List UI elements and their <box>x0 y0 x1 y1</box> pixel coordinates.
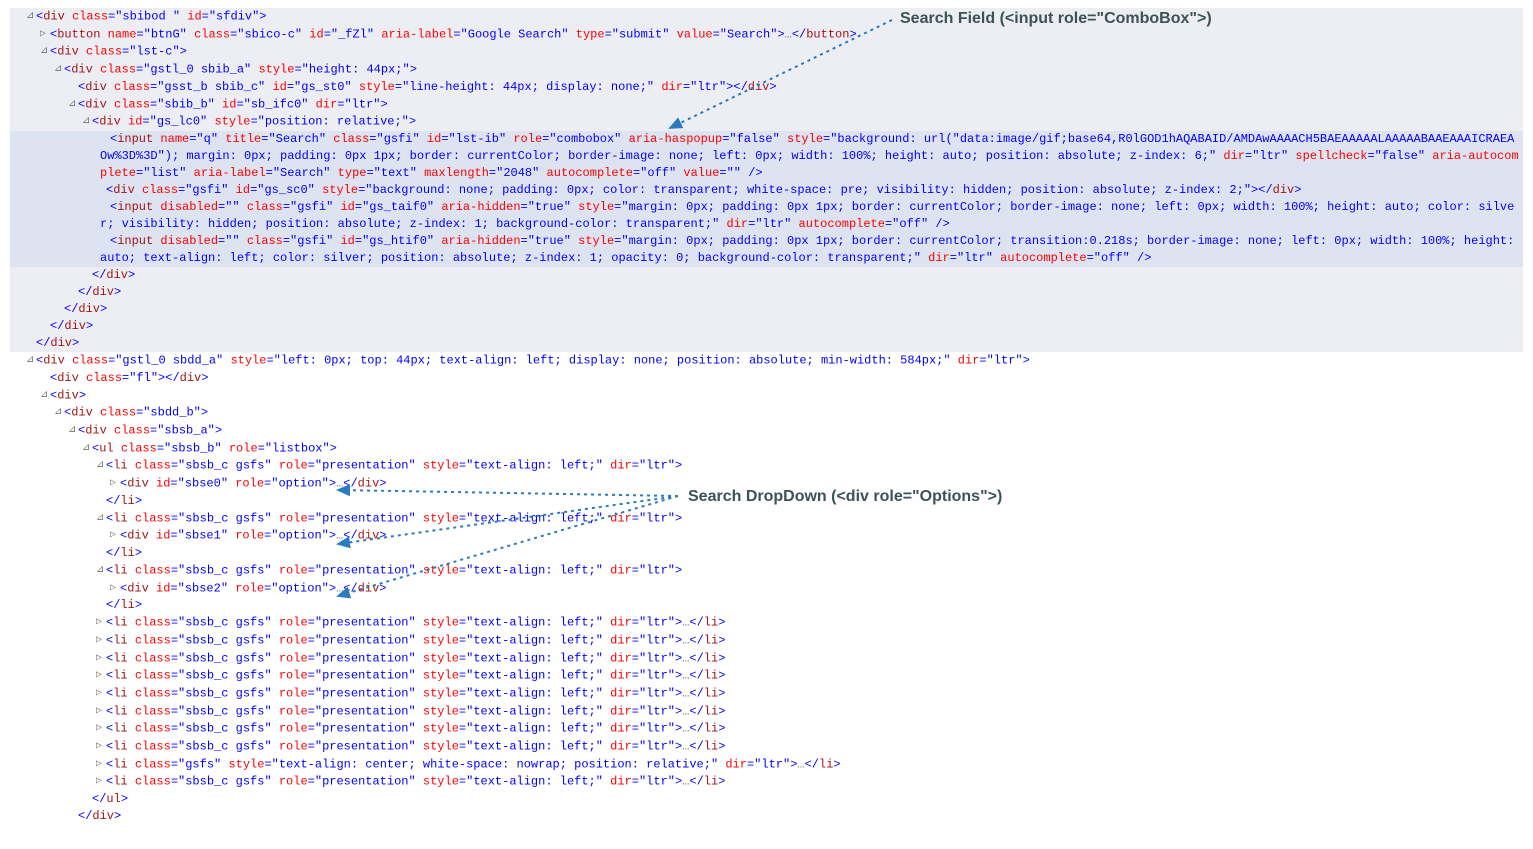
annotation-search-field: Search Field (<input role="ComboBox">) <box>900 10 1212 27</box>
node-li-collapsed-7[interactable]: ▷<li class="sbsb_c gsfs" role="presentat… <box>10 738 1523 756</box>
node-li-collapsed-6[interactable]: ▷<li class="sbsb_c gsfs" role="presentat… <box>10 720 1523 738</box>
close-div[interactable]: </div> <box>10 808 1523 825</box>
node-option-2-tri[interactable]: ▷ <box>110 580 120 597</box>
node-lst-c[interactable]: ⊿<div class="lst-c"> <box>10 43 1523 61</box>
node-gs_sc0[interactable]: <div class="gsfi" id="gs_sc0" style="bac… <box>10 182 1523 199</box>
node-li-collapsed-4[interactable]: ▷<li class="sbsb_c gsfs" role="presentat… <box>10 685 1523 703</box>
close-div[interactable]: </div> <box>10 335 1523 352</box>
node-li-collapsed-0-tri[interactable]: ▷ <box>96 614 106 631</box>
node-sb_ifc0[interactable]: ⊿<div class="sbib_b" id="sb_ifc0" dir="l… <box>10 96 1523 114</box>
node-sbsb_a[interactable]: ⊿<div class="sbsb_a"> <box>10 422 1523 440</box>
node-listbox-ul-tri[interactable]: ⊿ <box>82 440 92 457</box>
node-sbdd_a[interactable]: ⊿<div class="gstl_0 sbdd_a" style="left:… <box>10 352 1523 370</box>
close-ul[interactable]: </ul> <box>10 791 1523 808</box>
node-sbdd_b[interactable]: ⊿<div class="sbdd_b"> <box>10 404 1523 422</box>
annotation-search-dropdown: Search DropDown (<div role="Options">) <box>688 488 1002 505</box>
node-li-collapsed-4-tri[interactable]: ▷ <box>96 685 106 702</box>
node-sbdd_a-tri[interactable]: ⊿ <box>26 352 36 369</box>
node-li-collapsed-5-tri[interactable]: ▷ <box>96 703 106 720</box>
highlighted-block: ⊿<div class="sbibod " id="sfdiv">▷<butto… <box>10 8 1523 352</box>
node-li-0[interactable]: ⊿<li class="sbsb_c gsfs" role="presentat… <box>10 457 1523 475</box>
node-anon-div[interactable]: ⊿<div> <box>10 387 1523 405</box>
node-btnG-tri[interactable]: ▷ <box>40 26 50 43</box>
node-gs_lc0[interactable]: ⊿<div id="gs_lc0" style="position: relat… <box>10 113 1523 131</box>
dom-inspector-tree: ⊿<div class="sbibod " id="sfdiv">▷<butto… <box>10 8 1523 825</box>
node-li-2[interactable]: ⊿<li class="sbsb_c gsfs" role="presentat… <box>10 562 1523 580</box>
node-sfdiv-tri[interactable]: ⊿ <box>26 8 36 25</box>
node-li-collapsed-2-tri[interactable]: ▷ <box>96 650 106 667</box>
node-li-collapsed-8[interactable]: ▷<li class="gsfs" style="text-align: cen… <box>10 756 1523 774</box>
node-li-1-tri[interactable]: ⊿ <box>96 510 106 527</box>
close-li-2[interactable]: </li> <box>10 597 1523 614</box>
node-option-1-tri[interactable]: ▷ <box>110 527 120 544</box>
node-li-collapsed-9-tri[interactable]: ▷ <box>96 773 106 790</box>
node-li-collapsed-6-tri[interactable]: ▷ <box>96 720 106 737</box>
node-gs_lc0-tri[interactable]: ⊿ <box>82 113 92 130</box>
node-sfdiv[interactable]: ⊿<div class="sbibod " id="sfdiv"> <box>10 8 1523 26</box>
close-div[interactable]: </div> <box>10 301 1523 318</box>
node-li-collapsed-1[interactable]: ▷<li class="sbsb_c gsfs" role="presentat… <box>10 632 1523 650</box>
node-gs_taif0[interactable]: <input disabled="" class="gsfi" id="gs_t… <box>10 199 1523 233</box>
node-li-collapsed-1-tri[interactable]: ▷ <box>96 632 106 649</box>
node-option-2[interactable]: ▷<div id="sbse2" role="option">…</div> <box>10 580 1523 598</box>
node-anon-div-tri[interactable]: ⊿ <box>40 387 50 404</box>
node-listbox-ul[interactable]: ⊿<ul class="sbsb_b" role="listbox"> <box>10 440 1523 458</box>
node-btnG[interactable]: ▷<button name="btnG" class="sbico-c" id=… <box>10 26 1523 44</box>
node-li-collapsed-5[interactable]: ▷<li class="sbsb_c gsfs" role="presentat… <box>10 703 1523 721</box>
node-li-collapsed-8-tri[interactable]: ▷ <box>96 756 106 773</box>
node-li-2-tri[interactable]: ⊿ <box>96 562 106 579</box>
node-li-collapsed-0[interactable]: ▷<li class="sbsb_c gsfs" role="presentat… <box>10 614 1523 632</box>
node-li-collapsed-2[interactable]: ▷<li class="sbsb_c gsfs" role="presentat… <box>10 650 1523 668</box>
close-li-1[interactable]: </li> <box>10 545 1523 562</box>
node-li-0-tri[interactable]: ⊿ <box>96 457 106 474</box>
close-div[interactable]: </div> <box>10 318 1523 335</box>
node-lst-ib-input[interactable]: <input name="q" title="Search" class="gs… <box>10 131 1523 182</box>
node-option-1[interactable]: ▷<div id="sbse1" role="option">…</div> <box>10 527 1523 545</box>
node-li-collapsed-7-tri[interactable]: ▷ <box>96 738 106 755</box>
node-sbdd_b-tri[interactable]: ⊿ <box>54 404 64 421</box>
node-gs_htif0[interactable]: <input disabled="" class="gsfi" id="gs_h… <box>10 233 1523 267</box>
node-li-collapsed-3-tri[interactable]: ▷ <box>96 667 106 684</box>
node-sbib_a[interactable]: ⊿<div class="gstl_0 sbib_a" style="heigh… <box>10 61 1523 79</box>
node-sbib_a-tri[interactable]: ⊿ <box>54 61 64 78</box>
node-li-collapsed-9[interactable]: ▷<li class="sbsb_c gsfs" role="presentat… <box>10 773 1523 791</box>
close-div[interactable]: </div> <box>10 267 1523 284</box>
close-div[interactable]: </div> <box>10 284 1523 301</box>
node-lst-c-tri[interactable]: ⊿ <box>40 43 50 60</box>
node-option-0-tri[interactable]: ▷ <box>110 475 120 492</box>
node-gs_st0[interactable]: <div class="gsst_b sbib_c" id="gs_st0" s… <box>10 79 1523 96</box>
node-li-collapsed-3[interactable]: ▷<li class="sbsb_c gsfs" role="presentat… <box>10 667 1523 685</box>
node-sbsb_a-tri[interactable]: ⊿ <box>68 422 78 439</box>
node-fl[interactable]: <div class="fl"></div> <box>10 370 1523 387</box>
node-sb_ifc0-tri[interactable]: ⊿ <box>68 96 78 113</box>
node-li-1[interactable]: ⊿<li class="sbsb_c gsfs" role="presentat… <box>10 510 1523 528</box>
